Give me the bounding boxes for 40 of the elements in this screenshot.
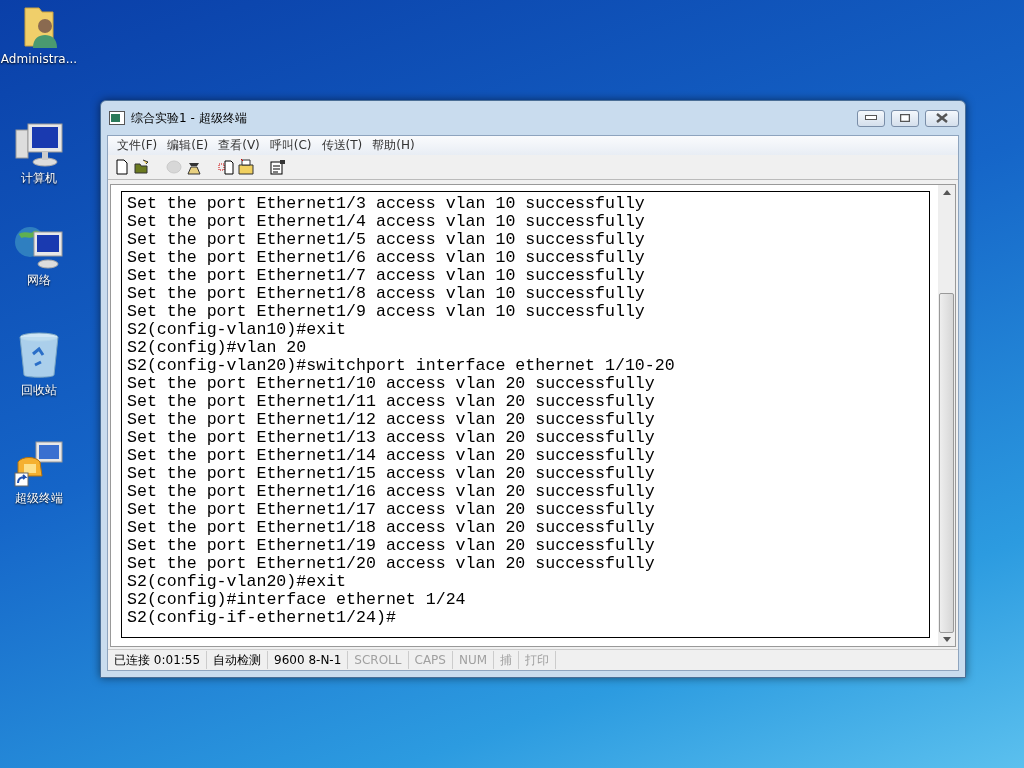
window-title: 综合实验1 - 超级终端: [131, 109, 248, 127]
menu-item[interactable]: 文件(F): [112, 137, 163, 154]
document-icon[interactable]: [218, 159, 234, 175]
open-folder-icon[interactable]: [134, 159, 150, 175]
connection-status: 已连接 0:01:55: [108, 651, 208, 669]
status-indicator: SCROLL: [348, 651, 409, 669]
desktop-icon-label[interactable]: Administra...: [0, 52, 78, 66]
desktop-icon-label[interactable]: 计算机: [21, 170, 57, 187]
desktop-icon-label[interactable]: 网络: [27, 272, 51, 289]
menu-item[interactable]: 查看(V): [213, 137, 265, 154]
port-settings: 9600 8-N-1: [268, 651, 349, 669]
minimize-icon: [865, 115, 877, 121]
minimize-button[interactable]: [857, 109, 885, 127]
recycle-bin-icon: [17, 332, 61, 380]
properties-icon[interactable]: [270, 159, 286, 175]
new-file-icon[interactable]: [114, 159, 130, 175]
scroll-down-icon[interactable]: [942, 637, 951, 642]
maximize-icon: [900, 114, 910, 122]
close-icon: [936, 113, 948, 123]
folder-icon[interactable]: [238, 159, 254, 175]
close-button[interactable]: [925, 109, 959, 127]
menu-item[interactable]: 传送(T): [316, 137, 368, 154]
scrollbar[interactable]: [938, 185, 955, 646]
desktop-icon-label[interactable]: 回收站: [21, 382, 57, 399]
computer-icon: [14, 122, 64, 168]
menu-item[interactable]: 呼叫(C): [264, 137, 317, 154]
app-icon: [109, 111, 125, 125]
status-indicator: 打印: [519, 651, 557, 669]
scroll-thumb[interactable]: [939, 293, 954, 633]
menu-item[interactable]: 帮助(H): [367, 137, 420, 154]
status-indicator: NUM: [452, 651, 495, 669]
menu-item[interactable]: 编辑(E): [162, 137, 214, 154]
desktop-icon-label[interactable]: 超级终端: [15, 490, 63, 507]
status-indicator: 捕: [494, 651, 520, 669]
detection-status: 自动检测: [207, 651, 269, 669]
status-indicator: CAPS: [408, 651, 453, 669]
network-icon: [14, 224, 64, 270]
terminal-output: Set the port Ethernet1/3 access vlan 10 successfully Set the port Ethernet1/4 access vlan 10 successfully Set the port Ethernet1/5 access vlan 10 successfully Set the port Ethernet1/6 access vlan 10 successfully Set the port Ethernet1/7 access vlan 10 successfully Set the port Ethernet1/8 access vlan 10 successfully Set the port Ethernet1/9 access vlan 10 successfully S2(config-vlan10)#exit S2(config)#vlan 20 S2(config-vlan20)#switchport interface ethernet 1/10-20 Set the port Ethernet1/10 access vlan 20 successfully Set the port Ethernet1/11 access vlan 20 successfully Set the port Ethernet1/12 access vlan 20 successfully Set the port Ethernet1/13 access vlan 20 successfully Set the port Ethernet1/14 access vlan 20 successfully Set the port Ethernet1/15 access vlan 20 successfully Set the port Ethernet1/16 access vlan 20 successfully Set the port Ethernet1/17 access vlan 20 successfully Set the port Ethernet1/18 access vlan 20 successfully Set the port Ethernet1/19 access vlan 20 successfully Set the port Ethernet1/20 access vlan 20 successfully S2(config-vlan20)#exit S2(config)#interface ethernet 1/24 S2(config-if-ethernet1/24)#: [121, 191, 930, 638]
maximize-button[interactable]: [891, 109, 919, 127]
terminal-shortcut-icon: [14, 440, 64, 488]
